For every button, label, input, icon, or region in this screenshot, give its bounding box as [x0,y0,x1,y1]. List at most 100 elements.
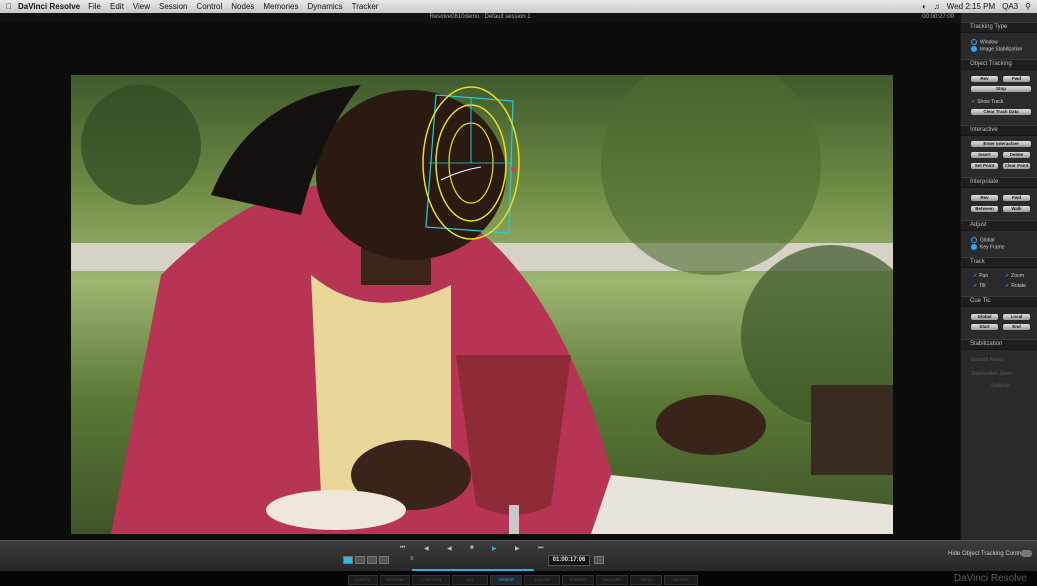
fwd-button[interactable]: Fwd [1003,76,1030,82]
radio-icon[interactable] [971,39,977,45]
brand-logo: DaVinci Resolve [953,573,1027,584]
view-mode-3[interactable] [379,556,389,564]
loop-toggle[interactable] [343,556,353,564]
video-frame[interactable] [71,75,893,534]
head [316,90,506,260]
interp-fwd-button[interactable]: Fwd [1003,195,1030,201]
menu-memories[interactable]: Memories [263,2,298,11]
menu-control[interactable]: Control [196,2,222,11]
section-title: Cue Tic [970,298,991,304]
tab-color[interactable]: COLOR [524,575,560,585]
menu-file[interactable]: File [88,2,101,11]
section-title: Object Tracking [970,61,1012,67]
tab-deck[interactable]: DECK [630,575,662,585]
option-label: Key Frame [980,244,1005,251]
cue-local-button[interactable]: Local [1003,314,1030,320]
hide-tracking-toggle[interactable] [1021,550,1032,557]
transport-bar: ⏮ ◀ ◀ ■ ▶ ▶ ⏭ ≡ 01:00:17:06 Hide Object … [0,540,1037,572]
radio-icon[interactable] [971,237,977,243]
tab-browse[interactable]: BROWSE [380,575,410,585]
radio-icon[interactable] [971,244,977,250]
hide-tracking-label: Hide Object Tracking Controls [948,551,1028,557]
option-label: Global [980,237,995,244]
option-global[interactable]: Global [971,237,994,243]
timecode-toggle[interactable] [594,556,604,564]
tab-output[interactable]: OUTPUT [664,575,698,585]
zoom-checkbox[interactable]: ✓ Zoom [1005,273,1024,279]
clear-track-button[interactable]: Clear Track Data [971,109,1031,115]
check-icon: ✓ [973,273,978,279]
tab-format[interactable]: FORMAT [562,575,594,585]
section-tracking-type: Tracking Type [961,22,1037,33]
option-window[interactable]: Window [971,39,998,45]
cue-end-button[interactable]: End [1003,324,1030,330]
delete-button[interactable]: Delete [1003,152,1030,158]
tab-cut[interactable]: CUT [452,575,488,585]
menu-edit[interactable]: Edit [110,2,124,11]
wifi-icon[interactable]: ◐ [922,2,927,11]
menubar-status: ◐ ♫ Wed 2:15 PM QA3 ⚲ [922,0,1031,13]
section-interactive: Interactive [961,125,1037,136]
section-title: Stabilization [970,341,1003,347]
jump-start-icon[interactable]: ⏮ [400,545,405,552]
spotlight-icon[interactable]: ⚲ [1025,2,1031,11]
check-icon: ✓ [971,99,976,105]
stabilize-button[interactable]: Stabilize [991,383,1010,389]
step-back-icon[interactable]: ◀ [424,545,429,552]
cue-start-button[interactable]: Start [971,324,998,330]
menu-nodes[interactable]: Nodes [231,2,254,11]
smooth-factor-label: Smooth Factor [971,357,1004,363]
set-point-button[interactable]: Set Point [971,163,998,169]
between-button[interactable]: Between [971,206,998,212]
timecode-display[interactable]: 01:00:17:06 [548,555,590,566]
tab-gallery[interactable]: GALLERY [596,575,628,585]
checkbox-label: Rotate [1011,283,1026,289]
jump-end-icon[interactable]: ⏭ [538,545,543,552]
checkbox-label: Pan [979,273,989,279]
chair [811,385,893,475]
view-mode-1[interactable] [355,556,365,564]
stabilization-zoom-option[interactable]: Stabilization Zoom [971,371,1012,377]
interp-rev-button[interactable]: Rev [971,195,998,201]
volume-icon[interactable]: ♫ [934,2,940,11]
step-forward-icon[interactable]: ▶ [515,545,520,552]
tab-conform[interactable]: CONFORM [412,575,450,585]
tab-viewer[interactable]: VIEWER [490,575,522,585]
walk-button[interactable]: Walk [1003,206,1030,212]
menu-session[interactable]: Session [159,2,187,11]
insert-button[interactable]: Insert [971,152,998,158]
viewer-area [0,23,960,540]
menubar-user[interactable]: QA3 [1002,2,1018,11]
checkbox-label: Zoom [1011,273,1024,279]
clear-point-button[interactable]: Clear Point [1003,163,1030,169]
menu-tracker[interactable]: Tracker [352,2,379,11]
section-interpolate: Interpolate [961,177,1037,188]
view-mode-2[interactable] [367,556,377,564]
play-reverse-icon[interactable]: ◀ [447,545,452,552]
checkbox-label: Tilt [979,283,986,289]
page-tabs-bar: CONFIG BROWSE CONFORM CUT VIEWER COLOR F… [0,571,1037,586]
apple-icon[interactable]:  [0,2,18,11]
tilt-checkbox[interactable]: ✓ Tilt [973,283,986,289]
show-track-checkbox[interactable]: ✓ Show Track [971,99,1003,105]
option-image-stabilization[interactable]: Image Stabilization [971,46,1022,52]
menu-dynamics[interactable]: Dynamics [308,2,343,11]
magazine [591,475,893,534]
rotate-checkbox[interactable]: ✓ Rotate [1005,283,1026,289]
menubar-clock[interactable]: Wed 2:15 PM [947,2,995,11]
section-title: Track [970,259,985,265]
stop-icon[interactable]: ■ [470,545,474,551]
section-title: Interpolate [970,179,999,185]
pan-checkbox[interactable]: ✓ Pan [973,273,988,279]
option-key-frame[interactable]: Key Frame [971,244,1004,250]
timeline-scrubber[interactable]: ≡ [410,556,414,562]
cue-global-button[interactable]: Global [971,314,998,320]
menu-app-name[interactable]: DaVinci Resolve [18,2,80,11]
tab-config[interactable]: CONFIG [348,575,378,585]
menu-view[interactable]: View [133,2,150,11]
radio-icon[interactable] [971,46,977,52]
rev-button[interactable]: Rev [971,76,998,82]
play-icon[interactable]: ▶ [492,545,497,552]
stop-button[interactable]: Stop [971,86,1031,92]
enter-interactive-button[interactable]: Enter Interactive [971,141,1031,147]
